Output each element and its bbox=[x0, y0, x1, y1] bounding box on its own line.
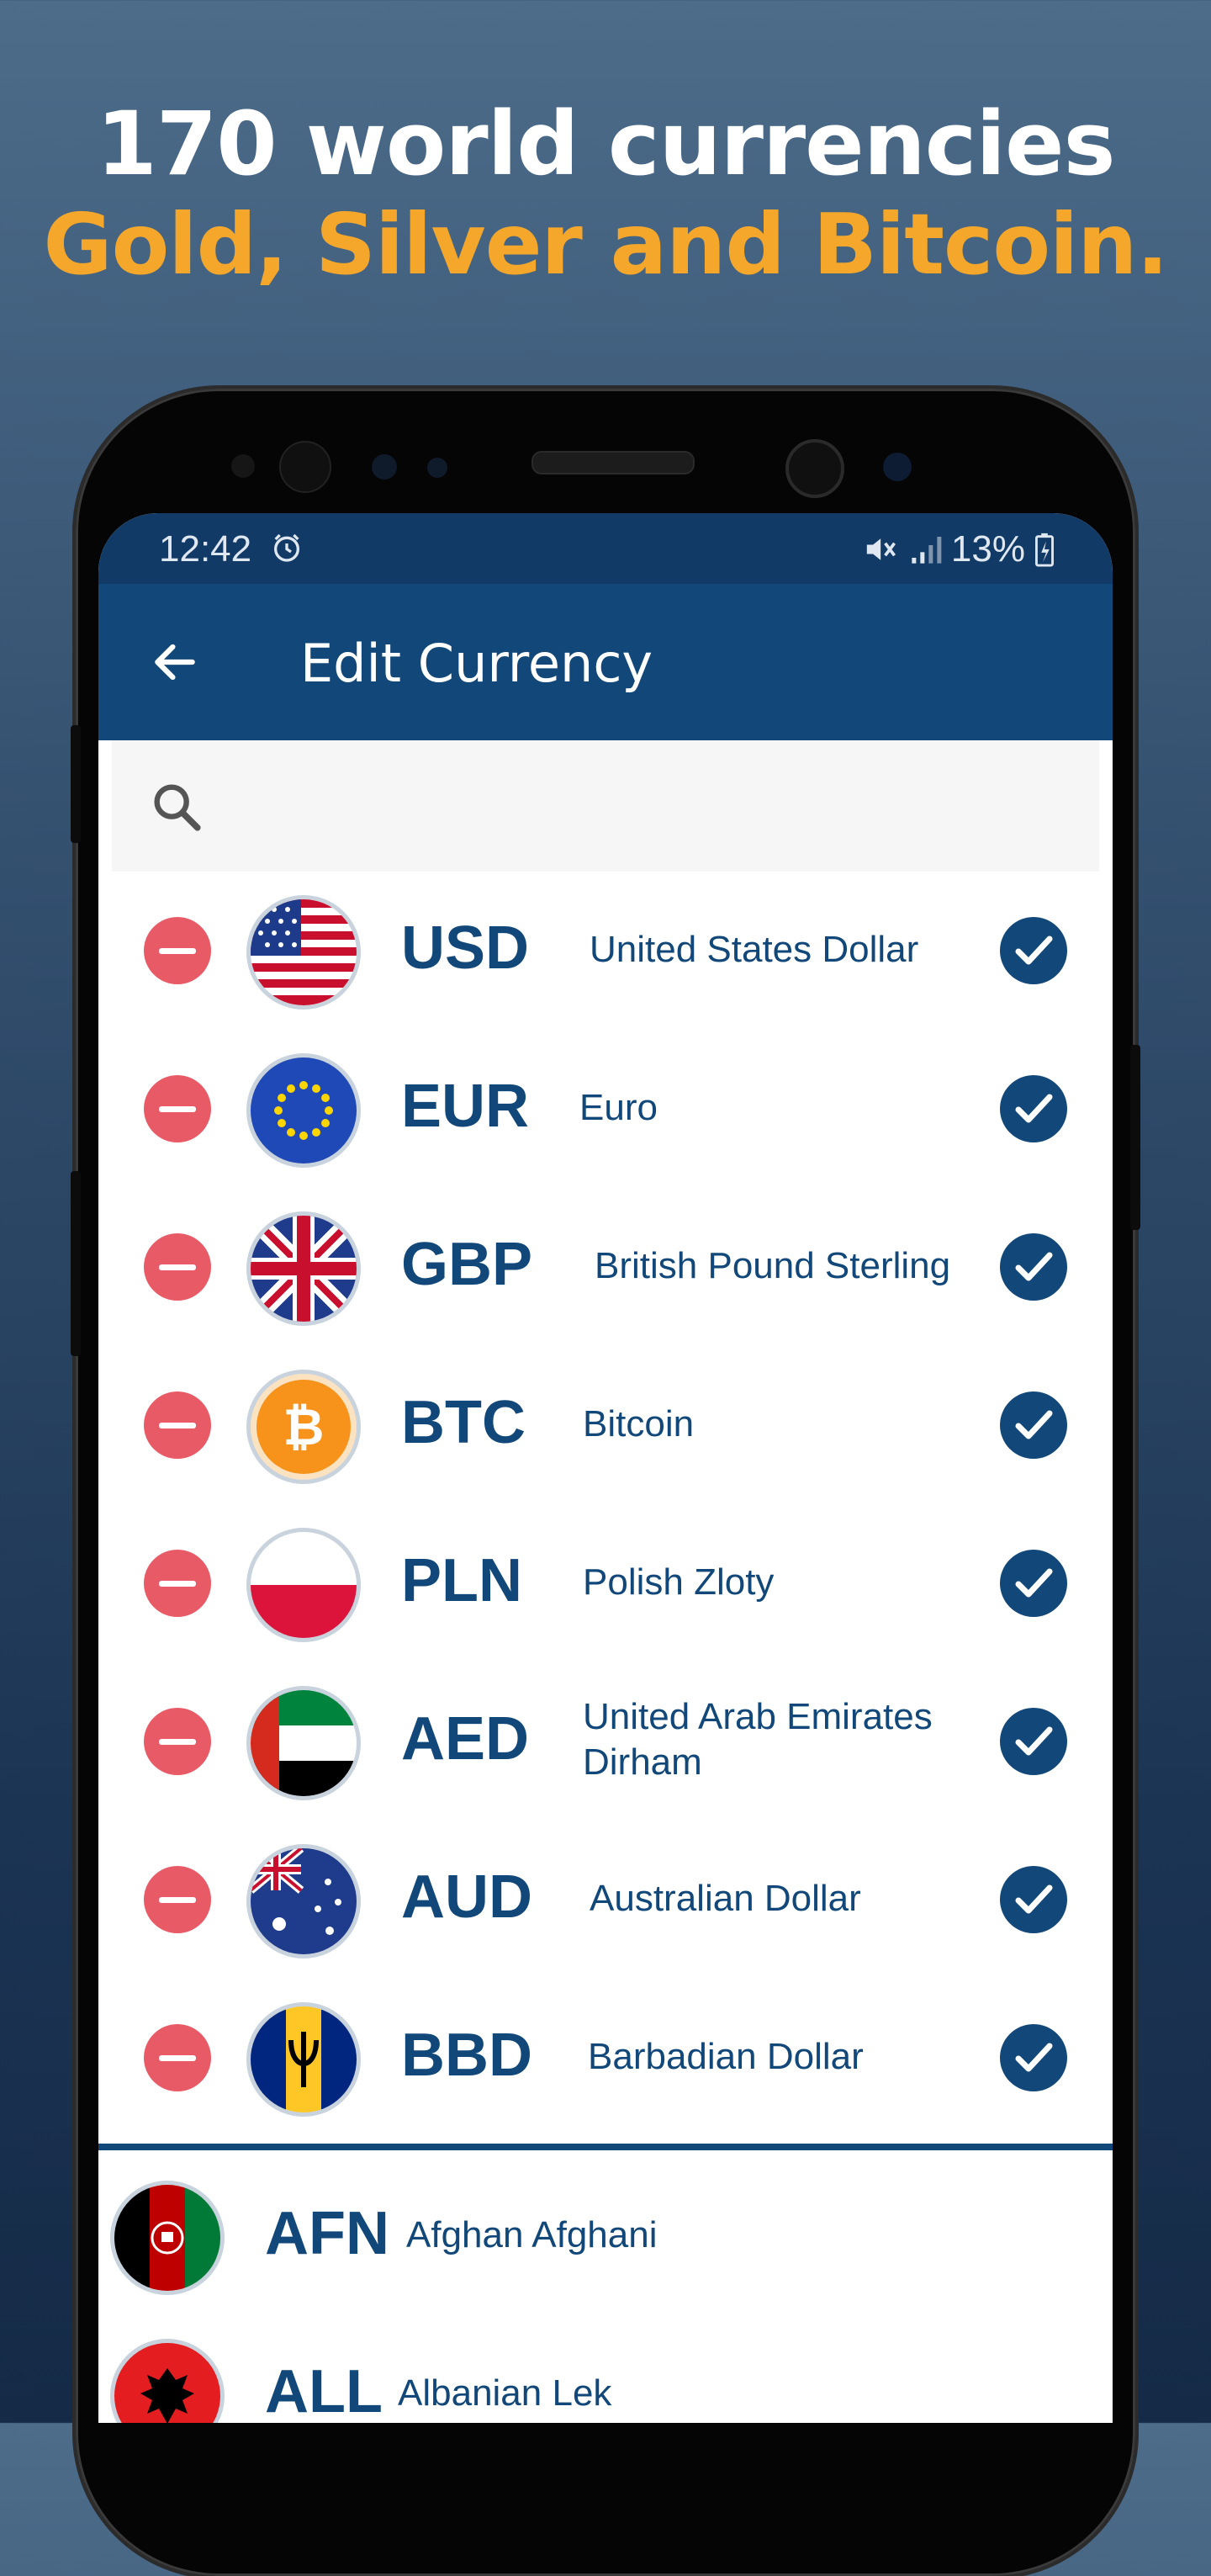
currency-code: EUR bbox=[401, 1073, 530, 1140]
currency-name: United Arab Emirates Dirham bbox=[583, 1696, 933, 1783]
remove-icon[interactable] bbox=[144, 2024, 211, 2091]
currency-row[interactable]: PLN Polish Zloty bbox=[98, 1504, 1113, 1662]
power-button bbox=[1130, 1045, 1140, 1230]
selected-currency-list: USD United States Dollar EUR Euro GBP Br… bbox=[98, 872, 1113, 2137]
mute-icon bbox=[866, 538, 896, 560]
sensor-icon bbox=[372, 454, 397, 480]
currency-code: BTC bbox=[401, 1389, 526, 1456]
australia-flag bbox=[246, 1844, 361, 1959]
promo-subheadline: Gold, Silver and Bitcoin. bbox=[43, 195, 1169, 294]
sensor-icon bbox=[427, 458, 447, 478]
currency-name: Barbadian Dollar bbox=[588, 2036, 864, 2077]
currency-name: Euro bbox=[579, 1087, 658, 1128]
currency-code: GBP bbox=[401, 1231, 533, 1298]
currency-row[interactable]: USD United States Dollar bbox=[98, 872, 1113, 1030]
alarm-icon bbox=[274, 533, 300, 562]
status-bar: 12:42 13% bbox=[98, 513, 1113, 584]
bitcoin-logo: ₿ bbox=[246, 1370, 361, 1484]
us-flag bbox=[246, 895, 361, 1010]
currency-row[interactable]: BBD Barbadian Dollar bbox=[98, 1979, 1113, 2137]
currency-code: AUD bbox=[401, 1863, 532, 1931]
currency-code: ALL bbox=[265, 2358, 383, 2423]
remove-icon[interactable] bbox=[144, 1075, 211, 1142]
arrow-back-icon[interactable] bbox=[149, 636, 201, 688]
remove-icon[interactable] bbox=[144, 1391, 211, 1459]
currency-name: Australian Dollar bbox=[590, 1878, 861, 1919]
iris-sensor-icon bbox=[279, 441, 331, 493]
remove-icon[interactable] bbox=[144, 1708, 211, 1775]
check-icon[interactable] bbox=[1000, 1075, 1067, 1142]
battery-charging-icon bbox=[1035, 533, 1054, 567]
check-icon[interactable] bbox=[1000, 1233, 1067, 1301]
check-icon[interactable] bbox=[1000, 1708, 1067, 1775]
currency-code: AFN bbox=[265, 2200, 389, 2267]
battery-percent: 13% bbox=[950, 528, 1025, 570]
currency-row[interactable]: AFN Afghan Afghani bbox=[98, 2162, 1113, 2320]
page-title: Edit Currency bbox=[300, 633, 653, 694]
app-bar: Edit Currency bbox=[98, 584, 1113, 740]
remove-icon[interactable] bbox=[144, 1866, 211, 1933]
currency-name: British Pound Sterling bbox=[595, 1245, 951, 1286]
uae-flag bbox=[246, 1686, 361, 1800]
currency-row[interactable]: AUD Australian Dollar bbox=[98, 1821, 1113, 1979]
front-camera-icon bbox=[785, 439, 844, 498]
eu-flag bbox=[246, 1053, 361, 1168]
barbados-flag bbox=[246, 2002, 361, 2117]
promo-headline: 170 world currencies bbox=[96, 93, 1116, 195]
search-icon bbox=[154, 784, 201, 831]
bixby-button bbox=[71, 1171, 81, 1356]
sensor-icon bbox=[231, 454, 255, 478]
currency-name: Bitcoin bbox=[583, 1403, 695, 1444]
check-icon[interactable] bbox=[1000, 917, 1067, 984]
earpiece-speaker bbox=[531, 451, 695, 474]
currency-name: Albanian Lek bbox=[398, 2372, 612, 2414]
currency-name: Afghan Afghani bbox=[406, 2214, 658, 2255]
currency-row[interactable]: AED United Arab Emirates Dirham bbox=[98, 1662, 1113, 1821]
app-screen: 12:42 13% Edit Currency USD United State… bbox=[98, 513, 1113, 2423]
check-icon[interactable] bbox=[1000, 1866, 1067, 1933]
uk-flag bbox=[246, 1211, 361, 1326]
afghanistan-flag bbox=[110, 2181, 225, 2295]
iris-camera-icon bbox=[883, 453, 912, 481]
currency-code: AED bbox=[401, 1705, 530, 1773]
currency-code: USD bbox=[401, 914, 530, 982]
check-icon[interactable] bbox=[1000, 1391, 1067, 1459]
status-time: 12:42 bbox=[159, 528, 252, 570]
currency-name: United States Dollar bbox=[590, 929, 919, 970]
check-icon[interactable] bbox=[1000, 1550, 1067, 1617]
currency-code: PLN bbox=[401, 1547, 522, 1614]
currency-name: Polish Zloty bbox=[583, 1561, 775, 1603]
currency-row[interactable]: ALL Albanian Lek bbox=[98, 2320, 1113, 2423]
remove-icon[interactable] bbox=[144, 1233, 211, 1301]
remove-icon[interactable] bbox=[144, 917, 211, 984]
poland-flag bbox=[246, 1528, 361, 1642]
currency-row[interactable]: ₿ BTC Bitcoin bbox=[98, 1346, 1113, 1504]
svg-text:₿: ₿ bbox=[283, 1398, 325, 1457]
list-divider bbox=[98, 2144, 1113, 2150]
currency-row[interactable]: GBP British Pound Sterling bbox=[98, 1188, 1113, 1346]
signal-icon bbox=[912, 537, 942, 564]
currency-code: BBD bbox=[401, 2022, 532, 2089]
available-currency-list: AFN Afghan Afghani ALL Albanian Lek bbox=[98, 2162, 1113, 2423]
volume-button bbox=[71, 725, 81, 843]
search-bar[interactable] bbox=[112, 740, 1099, 872]
check-icon[interactable] bbox=[1000, 2024, 1067, 2091]
albania-flag bbox=[110, 2339, 225, 2423]
remove-icon[interactable] bbox=[144, 1550, 211, 1617]
currency-row[interactable]: EUR Euro bbox=[98, 1030, 1113, 1188]
